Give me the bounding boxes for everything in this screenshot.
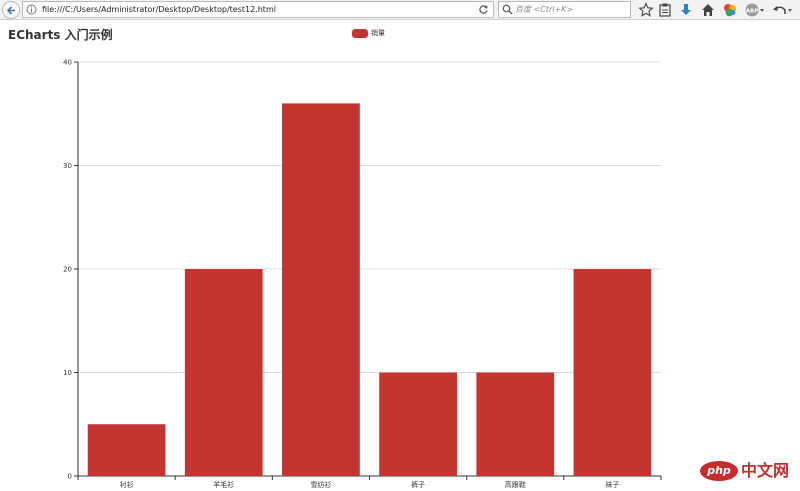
y-tick-label: 0 — [68, 473, 72, 481]
x-tick-label: 高跟鞋 — [505, 480, 526, 489]
bar[interactable] — [476, 372, 555, 477]
x-tick-label: 雪纺衫 — [310, 480, 331, 489]
x-tick-label: 袜子 — [605, 480, 619, 489]
bar[interactable] — [379, 372, 457, 477]
y-tick-label: 20 — [63, 266, 72, 274]
bar[interactable] — [573, 269, 652, 476]
watermark-text: 中文网 — [741, 461, 790, 480]
bar[interactable] — [282, 103, 360, 477]
y-tick-label: 30 — [63, 162, 72, 170]
php-logo-text: php — [707, 464, 731, 477]
y-tick-label: 40 — [63, 59, 72, 67]
y-tick-label: 10 — [63, 369, 72, 377]
x-tick-label: 裤子 — [411, 480, 425, 489]
x-tick-label: 衬衫 — [120, 480, 134, 489]
bar-chart: 0 10 20 30 40 衬衫 羊毛衫 雪纺衫 裤子 高跟鞋 袜子 — [63, 59, 662, 489]
x-tick-label: 羊毛衫 — [213, 480, 234, 489]
bar[interactable] — [87, 424, 166, 476]
watermark-logo: php 中文网 — [700, 460, 796, 482]
bar[interactable] — [184, 269, 263, 476]
